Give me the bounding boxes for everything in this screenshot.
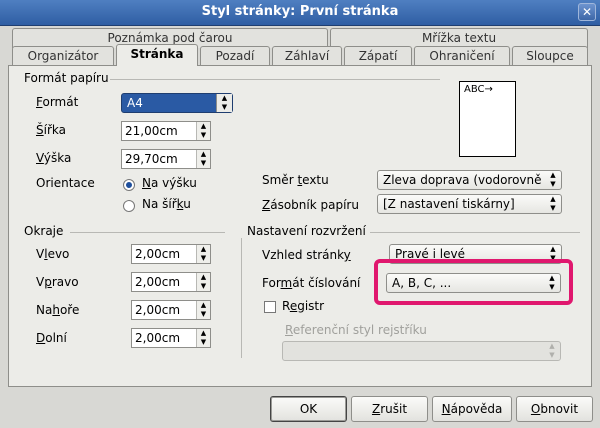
divider [70, 232, 225, 233]
height-label: Výška [36, 151, 72, 165]
cancel-button[interactable]: Zrušit [351, 396, 428, 422]
landscape-radio[interactable] [123, 200, 135, 212]
margin-left-label: Vlevo [36, 247, 70, 261]
divider [370, 232, 580, 233]
numbering-label: Formát číslování [262, 276, 361, 290]
spin-arrows-icon[interactable]: ▲ ▼ [196, 150, 210, 168]
ok-button[interactable]: OK [270, 396, 347, 422]
tab-footer[interactable]: Zápatí [344, 46, 412, 66]
format-select[interactable]: A4 ▲ ▼ [121, 93, 233, 113]
spin-arrows-icon[interactable]: ▲ ▼ [196, 301, 210, 319]
tab-text-grid[interactable]: Mřížka textu [330, 28, 588, 48]
paper-tray-label: Zásobník papíru [262, 198, 359, 212]
tab-header[interactable]: Záhlaví [272, 46, 342, 66]
window-title: Styl stránky: První stránka [201, 4, 399, 19]
spin-arrows-icon[interactable]: ▲ ▼ [196, 122, 210, 140]
width-label: Šířka [36, 123, 66, 137]
tab-borders[interactable]: Ohraničení [414, 46, 510, 66]
text-direction-label: Směr textu [262, 173, 329, 187]
tab-background[interactable]: Pozadí [200, 46, 270, 66]
preview-text: ABC→ [464, 84, 493, 95]
orientation-label: Orientace [36, 176, 95, 190]
divider [241, 238, 242, 358]
margin-top-label: Nahoře [36, 303, 80, 317]
paper-format-title: Formát papíru [24, 71, 109, 85]
margin-right-field[interactable]: 2,00cm ▲ ▼ [131, 272, 211, 292]
register-checkbox[interactable] [264, 301, 276, 313]
spin-arrows-icon: ▲ ▼ [550, 195, 556, 212]
spin-arrows-icon: ▲ ▼ [549, 342, 555, 359]
width-field[interactable]: 21,00cm ▲ ▼ [121, 121, 211, 141]
portrait-radio[interactable] [123, 179, 135, 191]
register-label[interactable]: Registr [282, 299, 324, 313]
tab-columns[interactable]: Sloupce [512, 46, 588, 66]
margins-title: Okraje [24, 224, 64, 238]
paper-tray-select[interactable]: [Z nastavení tiskárny] ▲ ▼ [377, 194, 562, 214]
spin-arrows-icon[interactable]: ▲ ▼ [196, 273, 210, 291]
reference-style-label: Referenční styl rejstříku [285, 323, 427, 337]
highlight-frame [374, 259, 573, 305]
format-label: Formát [36, 95, 79, 109]
help-button[interactable]: Nápověda [432, 396, 512, 422]
spin-arrows-icon: ▲ ▼ [550, 171, 556, 188]
title-bar: Styl stránky: První stránka ✕ [0, 0, 600, 26]
height-field[interactable]: 29,70cm ▲ ▼ [121, 149, 211, 169]
tab-organizer[interactable]: Organizátor [12, 46, 114, 66]
margin-bottom-label: Dolní [36, 331, 67, 345]
portrait-label[interactable]: Na výšku [142, 176, 197, 190]
margin-bottom-field[interactable]: 2,00cm ▲ ▼ [131, 328, 211, 348]
spin-arrows-icon[interactable]: ▲ ▼ [196, 245, 210, 263]
reference-style-select[interactable]: ▲ ▼ [282, 341, 561, 361]
text-direction-select[interactable]: Zleva doprava (vodorovně ▲ ▼ [377, 170, 562, 190]
close-icon[interactable]: ✕ [578, 3, 596, 21]
margin-right-label: Vpravo [36, 275, 79, 289]
layout-settings-title: Nastavení rozvržení [247, 224, 366, 238]
margin-left-field[interactable]: 2,00cm ▲ ▼ [131, 244, 211, 264]
divider [110, 79, 440, 80]
spin-arrows-icon: ▲ ▼ [216, 94, 232, 112]
landscape-label[interactable]: Na šířku [142, 197, 191, 211]
reset-button[interactable]: Obnovit [516, 396, 593, 422]
page-layout-label: Vzhled stránky [262, 248, 351, 262]
margin-top-field[interactable]: 2,00cm ▲ ▼ [131, 300, 211, 320]
page-preview: ABC→ [459, 81, 516, 157]
spin-arrows-icon[interactable]: ▲ ▼ [196, 329, 210, 347]
tab-page[interactable]: Stránka [116, 44, 198, 66]
